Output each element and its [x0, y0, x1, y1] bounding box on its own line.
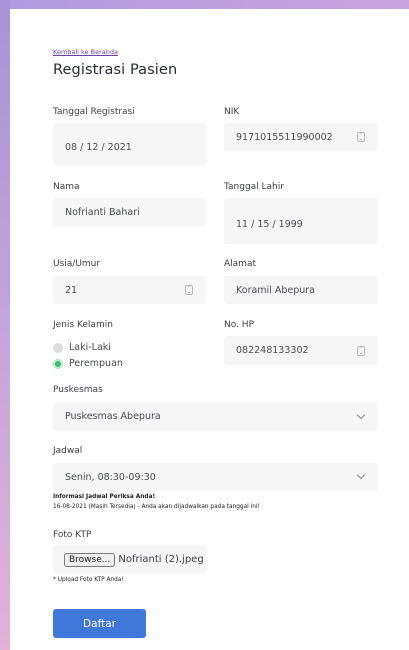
nik-label: NIK	[224, 107, 240, 117]
usia-stepper-icon[interactable]: ⌃ ⌄	[185, 285, 193, 295]
back-to-home-link[interactable]: Kembali ke Beranda	[53, 48, 118, 56]
window-top-border	[10, 0, 409, 9]
nik-value: 9171015511990002	[236, 131, 333, 143]
tanggal-lahir-label: Tanggal Lahir	[224, 182, 284, 192]
nama-input[interactable]: Nofrianti Bahari	[53, 198, 206, 227]
foto-ktp-filename: Nofrianti (2).jpeg	[118, 554, 204, 565]
nama-value: Nofrianti Bahari	[65, 207, 140, 218]
nama-label: Nama	[53, 182, 80, 192]
tanggal-registrasi-input[interactable]: 08 / 12 / 2021	[53, 123, 206, 166]
radio-laki-laki-label: Laki-Laki	[69, 342, 111, 353]
jadwal-select[interactable]: Senin, 08:30-09:30	[53, 463, 378, 491]
foto-ktp-label: Foto KTP	[53, 530, 92, 540]
no-hp-label: No. HP	[224, 320, 254, 330]
tanggal-registrasi-value: 08 / 12 / 2021	[65, 142, 132, 153]
page-title: Registrasi Pasien	[53, 62, 178, 78]
puskesmas-value: Puskesmas Abepura	[65, 411, 161, 422]
alamat-input[interactable]: Koramil Abepura	[224, 276, 378, 304]
puskesmas-label: Puskesmas	[53, 385, 103, 395]
no-hp-value: 082248133302	[236, 345, 309, 356]
nik-stepper-icon[interactable]: ⌃ ⌄	[357, 132, 365, 142]
no-hp-stepper-icon[interactable]: ⌃ ⌄	[357, 346, 365, 356]
jadwal-label: Jadwal	[53, 446, 83, 456]
puskesmas-select[interactable]: Puskesmas Abepura	[53, 402, 378, 431]
tanggal-lahir-value: 11 / 15 / 1999	[236, 218, 303, 230]
usia-input[interactable]: 21	[53, 276, 206, 304]
radio-laki-laki[interactable]	[53, 343, 63, 353]
foto-ktp-note: * Upload Foto KTP Anda!	[53, 577, 124, 583]
jadwal-info-title: Informasi Jadwal Periksa Anda!	[53, 494, 156, 500]
usia-label: Usia/Umur	[53, 259, 101, 269]
usia-value: 21	[65, 284, 78, 296]
daftar-button[interactable]: Daftar	[53, 609, 146, 638]
tanggal-lahir-input[interactable]: 11 / 15 / 1999	[224, 198, 378, 244]
radio-perempuan[interactable]	[53, 359, 63, 369]
alamat-value: Koramil Abepura	[236, 284, 316, 296]
tanggal-registrasi-label: Tanggal Registrasi	[53, 107, 135, 117]
radio-perempuan-label: Perempuan	[69, 358, 123, 369]
browse-button[interactable]: Browse...	[64, 552, 116, 567]
no-hp-input[interactable]: 082248133302	[224, 336, 378, 365]
foto-ktp-file-input[interactable]: Browse... Nofrianti (2).jpeg	[53, 545, 206, 574]
alamat-label: Alamat	[224, 259, 256, 269]
nik-input[interactable]: 9171015511990002	[224, 123, 378, 151]
jadwal-value: Senin, 08:30-09:30	[65, 471, 156, 483]
jenis-kelamin-label: Jenis Kelamin	[53, 320, 113, 330]
window-left-border	[0, 0, 10, 650]
jadwal-info-detail: 16-08-2021 (Masih Tersedia) - Anda akan …	[53, 504, 260, 510]
